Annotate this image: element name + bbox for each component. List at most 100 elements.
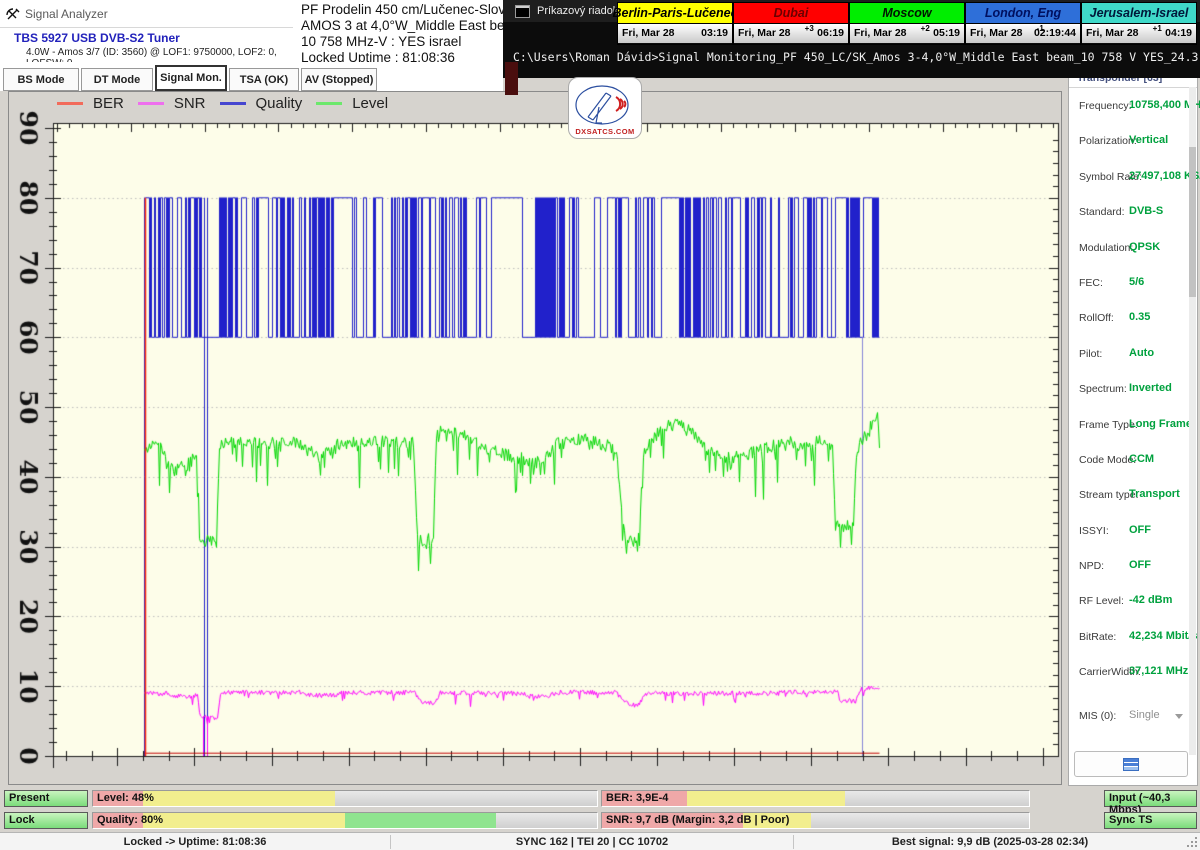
clock-time: 05:19	[933, 27, 960, 39]
transponder-value: CCM	[1129, 453, 1154, 465]
transponder-label: Code Mode:	[1079, 454, 1136, 466]
transponder-row-symbol-rate-: Symbol Rate:27497,108 KS/s	[1069, 162, 1197, 197]
clock-datetime: Fri, Mar 28+306:19	[734, 24, 848, 43]
transponder-value: Vertical	[1129, 134, 1168, 146]
bar-quality-label: Quality: 80%	[97, 814, 163, 826]
transponder-row-npd-: NPD: OFF	[1069, 551, 1197, 586]
clock-date: Fri, Mar 28	[622, 27, 675, 39]
transponder-row-frame-type-: Frame Type:Long Frame	[1069, 410, 1197, 445]
satellite-dish-icon	[6, 7, 20, 21]
transponder-list-button[interactable]	[1074, 751, 1188, 777]
transponder-row-mis-0-: MIS (0): Single	[1069, 701, 1197, 736]
transponder-value: Transport	[1129, 488, 1180, 500]
transponder-label: MIS (0):	[1079, 710, 1116, 722]
cmd-window-edge	[505, 62, 518, 95]
present-badge: Present	[4, 790, 88, 807]
site-info-line: PF Prodelin 450 cm/Lučenec-Slovakia	[301, 2, 503, 18]
transponder-label: Frequency:	[1079, 100, 1132, 112]
transponder-rows: Frequency:10758,400 MHzPolarization:Vert…	[1069, 91, 1197, 736]
clock-dubai: DubaiFri, Mar 28+306:19	[733, 2, 849, 45]
transponder-row-stream-type-: Stream type:Transport	[1069, 480, 1197, 515]
clock-jerusalem-israel: Jerusalem-IsraelFri, Mar 28+104:19	[1081, 2, 1197, 45]
clock-city: London, Eng	[966, 3, 1080, 24]
quality-progressbar: Quality: 80%	[92, 812, 598, 829]
transponder-row-rf-level-: RF Level: -42 dBm	[1069, 586, 1197, 621]
clock-date: Fri, Mar 28	[970, 27, 1023, 39]
ber-progressbar: BER: 3,9E-4	[601, 790, 1030, 807]
dxsatcs-logo-graphic	[572, 83, 638, 127]
clock-date: Fri, Mar 28	[738, 27, 791, 39]
statusbar-best-signal: Best signal: 9,9 dB (2025-03-28 02:34)	[794, 833, 1186, 850]
site-info-line: AMOS 3 at 4,0°W_Middle East beam	[301, 18, 503, 34]
clock-datetime: Fri, Mar 28+205:19	[850, 24, 964, 43]
tab-av-stopped-[interactable]: AV (Stopped)	[301, 68, 377, 91]
transponder-row-modulation-: Modulation:QPSK	[1069, 233, 1197, 268]
panel-scrollbar[interactable]	[1189, 87, 1196, 755]
transponder-value[interactable]: Single	[1129, 709, 1160, 721]
resize-grip-icon[interactable]	[1186, 836, 1198, 848]
signal-history-chart[interactable]	[9, 92, 1061, 784]
clock-utc-offset: +3	[805, 24, 814, 33]
transponder-row-spectrum-: Spectrum:Inverted	[1069, 374, 1197, 409]
tab-bs-mode[interactable]: BS Mode	[3, 68, 79, 91]
clock-date: Fri, Mar 28	[854, 27, 907, 39]
input-rate-badge: Input (~40,3 Mbps)	[1104, 790, 1197, 807]
bar-snr-label: SNR: 9,7 dB (Margin: 3,2 dB | Poor)	[606, 814, 789, 826]
clock-city: Jerusalem-Israel	[1082, 3, 1196, 24]
transponder-row-fec-: FEC: 5/6	[1069, 268, 1197, 303]
transponder-row-carrierwidth-: CarrierWidth:37,121 MHz	[1069, 657, 1197, 692]
transponder-value: 37,121 MHz	[1129, 665, 1188, 677]
transponder-label: NPD:	[1079, 560, 1104, 572]
transponder-label: FEC:	[1079, 277, 1103, 289]
bar-segment	[143, 813, 345, 828]
bar-segment	[687, 791, 845, 806]
lock-badge: Lock	[4, 812, 88, 829]
transponder-value: Long Frame	[1129, 418, 1192, 430]
transponder-value: DVB-S	[1129, 205, 1163, 217]
clock-berlin-paris-lu-enec: Berlin-Paris-LučenecFri, Mar 2803:19	[617, 2, 733, 45]
tab-tsa-ok-[interactable]: TSA (OK)	[229, 68, 299, 91]
transponder-panel: Transponder [63] Frequency:10758,400 MHz…	[1068, 70, 1198, 786]
clock-datetime: Fri, Mar 2803:19	[618, 24, 732, 43]
app-title: Signal Analyzer	[25, 7, 108, 21]
signal-chart-panel: BERSNRQualityLevel	[8, 91, 1062, 785]
transponder-row-rolloff-: RollOff:0.35	[1069, 303, 1197, 338]
tab-signal-mon-[interactable]: Signal Mon.	[155, 65, 227, 91]
bar-segment	[143, 791, 335, 806]
clock-london-eng: London, EngFri, Mar 28-102:19:44	[965, 2, 1081, 45]
mode-tab-bar: BS ModeDT ModeSignal Mon.TSA (OK)AV (Sto…	[0, 62, 503, 91]
transponder-label: RollOff:	[1079, 312, 1114, 324]
statusbar-sync-counters: SYNC 162 | TEI 20 | CC 10702	[391, 833, 793, 850]
statusbar: Locked -> Uptime: 81:08:36 SYNC 162 | TE…	[0, 832, 1200, 850]
bar-ber-label: BER: 3,9E-4	[606, 792, 668, 804]
transponder-value: Inverted	[1129, 382, 1172, 394]
transponder-value: Auto	[1129, 347, 1154, 359]
clock-city: Moscow	[850, 3, 964, 24]
clock-datetime: Fri, Mar 28-102:19:44	[966, 24, 1080, 43]
app-titlebar: Signal Analyzer	[0, 0, 293, 28]
panel-scrollbar-thumb[interactable]	[1189, 147, 1196, 297]
transponder-value: 42,234 Mbit/s	[1129, 630, 1197, 642]
transponder-label: BitRate:	[1079, 631, 1116, 643]
transponder-row-code-mode-: Code Mode:CCM	[1069, 445, 1197, 480]
clock-utc-offset: +1	[1153, 24, 1162, 33]
transponder-value: 5/6	[1129, 276, 1144, 288]
command-prompt-text[interactable]: C:\Users\Roman Dávid>Signal Monitoring_P…	[513, 50, 1200, 64]
transponder-label: RF Level:	[1079, 595, 1124, 607]
site-info-block: PF Prodelin 450 cm/Lučenec-SlovakiaAMOS …	[293, 0, 503, 66]
transponder-value: OFF	[1129, 559, 1151, 571]
clock-city: Berlin-Paris-Lučenec	[618, 3, 732, 24]
transponder-label: Spectrum:	[1079, 383, 1127, 395]
transponder-row-issyi-: ISSYI:OFF	[1069, 516, 1197, 551]
transponder-label: ISSYI:	[1079, 525, 1109, 537]
transponder-label: Standard:	[1079, 206, 1125, 218]
statusbar-lock-uptime: Locked -> Uptime: 81:08:36	[0, 833, 390, 850]
transponder-label: Pilot:	[1079, 348, 1102, 360]
transponder-value: -42 dBm	[1129, 594, 1172, 606]
bar-level-label: Level: 48%	[97, 792, 154, 804]
clock-time: 02:19:44	[1034, 27, 1076, 39]
tab-dt-mode[interactable]: DT Mode	[81, 68, 153, 91]
app-header: Signal Analyzer TBS 5927 USB DVB-S2 Tune…	[0, 0, 294, 62]
clock-time: 04:19	[1165, 27, 1192, 39]
chevron-down-icon[interactable]	[1175, 714, 1183, 719]
